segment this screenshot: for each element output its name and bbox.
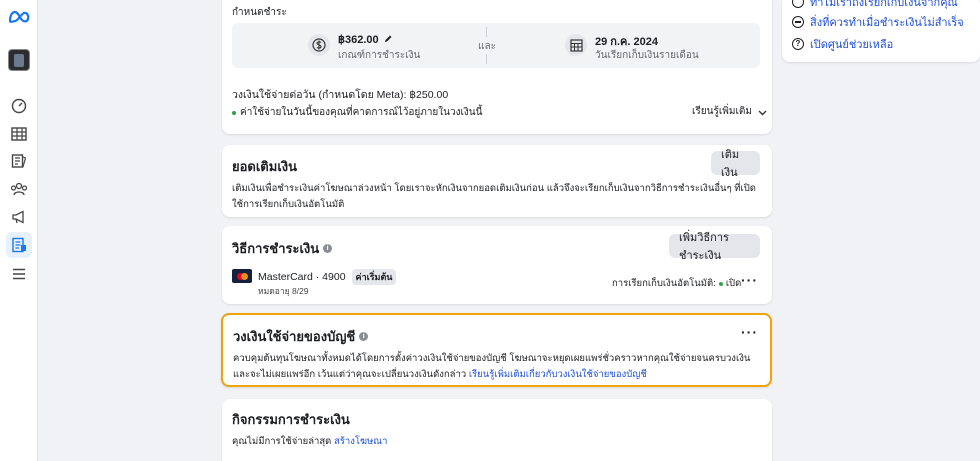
autopay-status: เปิด bbox=[725, 278, 742, 289]
status-note: ค่าใช้จ่ายในวันนี้ของคุณที่คาดการณ์ไว้อย… bbox=[240, 107, 483, 118]
prepaid-title: ยอดเติมเงิน bbox=[232, 159, 297, 174]
add-funds-button[interactable]: เติมเงิน bbox=[711, 149, 760, 179]
edit-pencil-icon[interactable] bbox=[384, 32, 393, 46]
payment-terms-heading: กำหนดชำระ bbox=[232, 7, 287, 18]
no-spend-text: คุณไม่มีการใช้จ่ายล่าสุด bbox=[232, 436, 332, 447]
threshold-label: เกณฑ์การชำระเงิน bbox=[338, 50, 421, 61]
terms-box: ฿362.00 เกณฑ์การชำระเงิน และ 29 ก.ค. 202… bbox=[232, 23, 760, 68]
spending-limit-more-icon[interactable]: ··· bbox=[741, 324, 758, 340]
payment-methods-card: วิธีการชำระเงิน i เพิ่มวิธีการชำระเงิน M… bbox=[222, 226, 772, 304]
card-name: MasterCard · 4900 bbox=[258, 271, 346, 283]
help-link-help-center-label: เปิดศูนย์ช่วยเหลือ bbox=[810, 39, 894, 51]
spending-limit-title: วงเงินใช้จ่ายของบัญชี bbox=[233, 329, 356, 344]
autopay-label: การเรียกเก็บเงินอัตโนมัติ: bbox=[612, 278, 716, 289]
menu-icon[interactable] bbox=[9, 264, 29, 284]
question-circle-icon: ? bbox=[792, 38, 804, 50]
account-avatar[interactable] bbox=[8, 49, 30, 71]
help-link-failed-payment-label: สิ่งที่ควรทำเมื่อชำระเงินไม่สำเร็จ bbox=[810, 17, 964, 29]
prepaid-description: เติมเงินเพื่อชำระเงินค่าโฆษณาล่วงหน้า โด… bbox=[232, 183, 756, 210]
spending-limit-learn-more-link[interactable]: เรียนรู้เพิ่มเติมเกี่ยวกับวงเงินใช้จ่ายข… bbox=[469, 369, 647, 380]
billing-date-label: วันเรียกเก็บเงินรายเดือน bbox=[595, 50, 699, 61]
left-nav-rail bbox=[0, 0, 38, 461]
status-dot bbox=[232, 110, 236, 115]
payment-terms-card: กำหนดชำระ ฿362.00 เกณฑ์การชำระเงิน และ 2… bbox=[222, 0, 772, 134]
payment-activity-card: กิจกรรมการชำระเงิน คุณไม่มีการใช้จ่ายล่า… bbox=[222, 399, 772, 461]
table-icon[interactable] bbox=[9, 124, 29, 144]
dollar-icon bbox=[308, 34, 330, 56]
gauge-icon[interactable] bbox=[9, 96, 29, 116]
spending-limit-description: ควบคุมต้นทุนโฆษณาทั้งหมดได้โดยการตั้งค่า… bbox=[233, 351, 763, 383]
help-link-why-charged-label: ทำไมเราถึงเรียกเก็บเงินจากคุณ bbox=[810, 0, 958, 9]
calendar-icon bbox=[565, 34, 587, 56]
audience-icon[interactable] bbox=[9, 179, 29, 199]
card-expiry: หมดอายุ 8/29 bbox=[258, 286, 309, 296]
meta-logo-icon[interactable] bbox=[8, 10, 30, 27]
learn-more-label: เรียนรู้เพิ่มเติม bbox=[692, 106, 752, 117]
autopay-status-dot bbox=[718, 281, 723, 286]
divider-right bbox=[486, 54, 487, 64]
info-icon[interactable]: i bbox=[323, 244, 333, 253]
minus-circle-icon bbox=[792, 16, 804, 28]
prepaid-card: ยอดเติมเงิน เติมเงิน เติมเงินเพื่อชำระเง… bbox=[222, 145, 772, 217]
payment-methods-title: วิธีการชำระเงิน bbox=[232, 241, 320, 256]
chevron-down-icon bbox=[758, 105, 767, 119]
and-label: และ bbox=[478, 41, 496, 52]
payment-activity-title: กิจกรรมการชำระเงิน bbox=[232, 412, 350, 427]
help-circle-icon bbox=[792, 0, 804, 8]
pages-icon[interactable] bbox=[9, 151, 29, 171]
add-payment-method-button[interactable]: เพิ่มวิธีการชำระเงิน bbox=[669, 232, 760, 262]
daily-limit-text: วงเงินใช้จ่ายต่อวัน (กำหนดโดย Meta): ฿25… bbox=[232, 89, 449, 101]
help-panel: ทำไมเราถึงเรียกเก็บเงินจากคุณ สิ่งที่ควร… bbox=[782, 0, 980, 62]
billing-icon[interactable] bbox=[6, 232, 32, 258]
help-link-why-charged[interactable]: ทำไมเราถึงเรียกเก็บเงินจากคุณ bbox=[792, 0, 958, 11]
learn-more-toggle[interactable]: เรียนรู้เพิ่มเติม bbox=[692, 104, 767, 119]
megaphone-icon[interactable] bbox=[9, 207, 29, 227]
spending-limit-info-icon[interactable]: i bbox=[359, 332, 369, 341]
create-ad-link[interactable]: สร้างโฆษณา bbox=[334, 436, 387, 447]
card-more-options-icon[interactable]: ··· bbox=[741, 272, 758, 288]
help-link-help-center[interactable]: ? เปิดศูนย์ช่วยเหลือ bbox=[792, 35, 893, 53]
divider-left bbox=[486, 27, 487, 37]
mastercard-icon bbox=[232, 269, 252, 283]
spending-limit-card: วงเงินใช้จ่ายของบัญชี i ··· ควบคุมต้นทุน… bbox=[221, 313, 772, 387]
default-badge: ค่าเริ่มต้น bbox=[351, 269, 397, 285]
threshold-amount: ฿362.00 bbox=[338, 33, 379, 46]
help-link-failed-payment[interactable]: สิ่งที่ควรทำเมื่อชำระเงินไม่สำเร็จ bbox=[792, 13, 964, 31]
